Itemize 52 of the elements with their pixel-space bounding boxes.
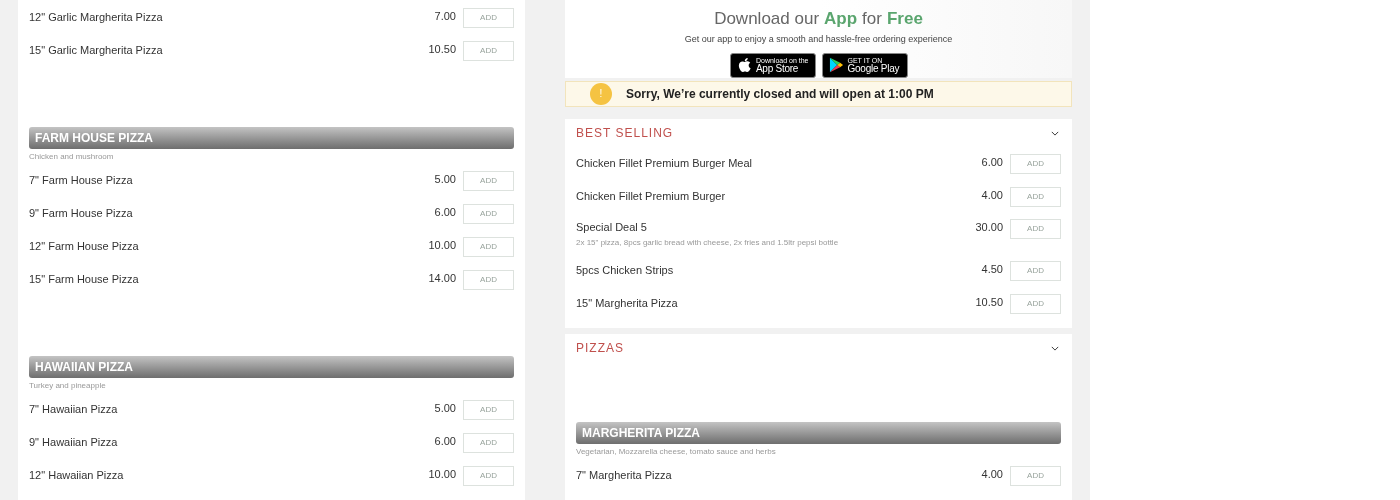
item-price: 10.50: [975, 294, 1003, 310]
item-name: 7" Farm House Pizza: [29, 173, 133, 189]
category-title[interactable]: PIZZAS: [576, 339, 624, 357]
item-name: 9" Hawaiian Pizza: [29, 435, 118, 451]
badge-title: Google Play: [847, 63, 900, 74]
item-name: 7" Margherita Pizza: [576, 468, 672, 484]
item-price: 6.00: [981, 154, 1003, 170]
item-price: 7.00: [434, 8, 456, 24]
banner-title-word: Download our: [714, 8, 820, 30]
section-description: Turkey and pineapple: [29, 380, 107, 392]
item-name: Chicken Fillet Premium Burger Meal: [576, 156, 753, 172]
section-header: MARGHERITA PIZZA: [576, 422, 1061, 444]
banner-title-word: Free: [886, 8, 923, 30]
section-header: HAWAIIAN PIZZA: [29, 356, 514, 378]
item-name: 12" Hawaiian Pizza: [29, 468, 124, 484]
item-name: 12" Garlic Margherita Pizza: [29, 10, 163, 26]
notice-text: Sorry, We’re currently closed and will open at 1:00 PM: [626, 85, 934, 103]
warning-icon: !: [590, 82, 612, 105]
item-price: 6.00: [434, 433, 456, 449]
section-description: Vegetarian, Mozzarella cheese, tomato sauce and herbs: [576, 446, 777, 458]
category-title[interactable]: BEST SELLING: [576, 124, 674, 142]
item-name: 7" Hawaiian Pizza: [29, 402, 118, 418]
item-price: 5.00: [434, 171, 456, 187]
item-name: Special Deal 5: [576, 220, 648, 235]
play-icon: [828, 57, 844, 73]
section-description: Chicken and mushroom: [29, 151, 115, 163]
item-price: 6.00: [434, 204, 456, 220]
item-price: 10.50: [428, 41, 456, 57]
item-name: 15" Margherita Pizza: [576, 296, 678, 312]
apple-icon: [736, 57, 752, 73]
item-description: 2x 15" pizza, 8pcs garlic bread with cheese, 2x fries and 1.5ltr pepsi bottle: [576, 236, 839, 249]
banner-title-word: for: [862, 8, 882, 30]
item-price: 5.00: [434, 400, 456, 416]
item-price: 14.00: [428, 270, 456, 286]
item-price: 4.00: [981, 187, 1003, 203]
item-name: 9" Farm House Pizza: [29, 206, 133, 222]
section-header: FARM HOUSE PIZZA: [29, 127, 514, 149]
item-name: Chicken Fillet Premium Burger: [576, 189, 726, 205]
item-name: 5pcs Chicken Strips: [576, 263, 674, 279]
badge-title: App Store: [755, 63, 799, 74]
item-price: 30.00: [975, 220, 1003, 236]
item-price: 10.00: [428, 237, 456, 253]
banner-title-word: App: [824, 8, 858, 30]
item-name: 12" Farm House Pizza: [29, 239, 139, 255]
item-price: 10.00: [428, 466, 456, 482]
item-price: 4.50: [981, 261, 1003, 277]
item-price: 4.00: [981, 466, 1003, 482]
item-name: 15" Garlic Margherita Pizza: [29, 43, 163, 59]
banner-subtitle: Get our app to enjoy a smooth and hassle-free ordering experience: [684, 33, 953, 46]
chevron-down-icon[interactable]: [1051, 130, 1059, 136]
item-name: 15" Farm House Pizza: [29, 272, 139, 288]
chevron-down-icon[interactable]: [1051, 345, 1059, 351]
